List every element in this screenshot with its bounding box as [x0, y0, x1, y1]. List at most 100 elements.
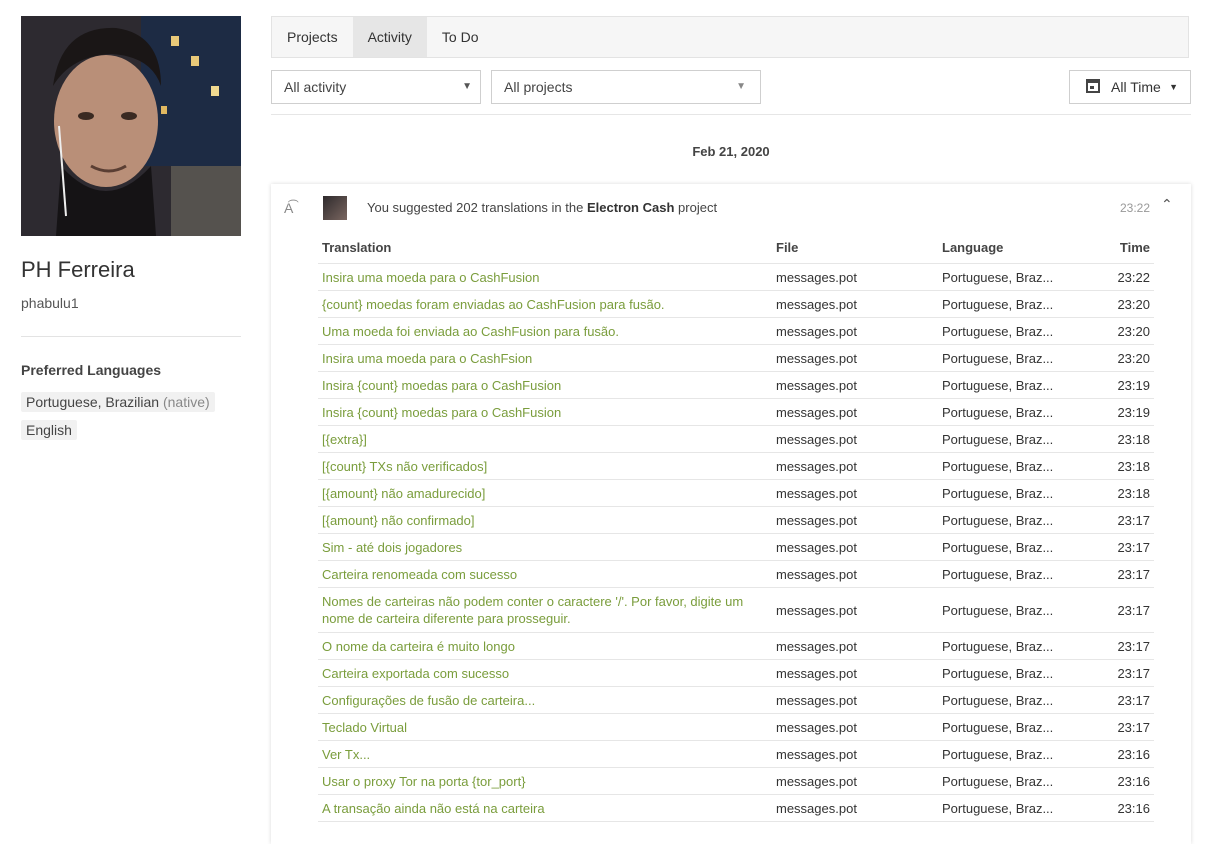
table-row: Ver Tx... messages.pot Portuguese, Braz...…	[318, 740, 1154, 768]
language-cell: Portuguese, Braz...	[938, 740, 1088, 768]
table-row: Insira {count} moedas para o CashFusion m…	[318, 371, 1154, 399]
table-row: [{amount} não amadurecido] messages.pot Po…	[318, 479, 1154, 507]
chevron-up-icon[interactable]: ⌃	[1161, 196, 1173, 213]
language-cell: Portuguese, Braz...	[938, 398, 1088, 426]
table-row: Nomes de carteiras não podem conter o ca…	[318, 587, 1154, 633]
profile-name: PH Ferreira	[21, 257, 135, 282]
caret-down-icon: ▼	[1169, 82, 1178, 92]
language-tag: English	[21, 420, 77, 440]
file-cell: messages.pot	[772, 686, 938, 714]
time-cell: 23:18	[1088, 452, 1154, 480]
translation-link[interactable]: [{amount} não amadurecido]	[318, 479, 772, 507]
translation-link[interactable]: Insira {count} moedas para o CashFusion	[318, 371, 772, 399]
translation-link[interactable]: Carteira exportada com sucesso	[318, 659, 772, 687]
translation-link[interactable]: Nomes de carteiras não podem conter o ca…	[318, 587, 772, 633]
translation-link[interactable]: Insira uma moeda para o CashFsion	[318, 344, 772, 372]
avatar	[323, 196, 347, 220]
file-cell: messages.pot	[772, 317, 938, 345]
column-header-translation: Translation	[318, 240, 772, 264]
table-row: Configurações de fusão de carteira... mes…	[318, 686, 1154, 714]
translation-link[interactable]: Insira {count} moedas para o CashFusion	[318, 398, 772, 426]
file-cell: messages.pot	[772, 740, 938, 768]
translation-link[interactable]: Uma moeda foi enviada ao CashFusion para…	[318, 317, 772, 345]
language-cell: Portuguese, Braz...	[938, 686, 1088, 714]
profile-divider	[21, 336, 241, 337]
table-row: Uma moeda foi enviada ao CashFusion para…	[318, 317, 1154, 345]
language-cell: Portuguese, Braz...	[938, 713, 1088, 741]
translation-link[interactable]: Carteira renomeada com sucesso	[318, 560, 772, 588]
translation-link[interactable]: [{extra}]	[318, 425, 772, 453]
time-cell: 23:20	[1088, 344, 1154, 372]
column-header-time: Time	[1088, 240, 1154, 264]
file-cell: messages.pot	[772, 425, 938, 453]
file-cell: messages.pot	[772, 398, 938, 426]
language-cell: Portuguese, Braz...	[938, 452, 1088, 480]
table-header-row: Translation File Language Time	[318, 240, 1154, 264]
calendar-icon	[1086, 79, 1100, 93]
table-row: Insira uma moeda para o CashFusion messag…	[318, 263, 1154, 291]
time-cell: 23:17	[1088, 632, 1154, 660]
time-cell: 23:17	[1088, 587, 1154, 633]
translation-link[interactable]: O nome da carteira é muito longo	[318, 632, 772, 660]
file-cell: messages.pot	[772, 290, 938, 318]
language-cell: Portuguese, Braz...	[938, 425, 1088, 453]
time-cell: 23:22	[1088, 263, 1154, 291]
language-name: English	[26, 422, 72, 438]
summary-prefix: You suggested 202 translations in the	[367, 200, 584, 215]
project-link[interactable]: Electron Cash	[587, 200, 674, 215]
table-row: [{count} TXs não verificados] messages.po…	[318, 452, 1154, 480]
profile-avatar	[21, 16, 241, 236]
file-cell: messages.pot	[772, 632, 938, 660]
tab-projects[interactable]: Projects	[272, 17, 353, 57]
translation-link[interactable]: Teclado Virtual	[318, 713, 772, 741]
table-row: A transação ainda não está na carteira me…	[318, 794, 1154, 822]
translations-table: Translation File Language Time Insira um…	[318, 240, 1154, 822]
file-cell: messages.pot	[772, 371, 938, 399]
file-cell: messages.pot	[772, 767, 938, 795]
translation-link[interactable]: Sim - até dois jogadores	[318, 533, 772, 561]
file-cell: messages.pot	[772, 452, 938, 480]
translation-link[interactable]: Insira uma moeda para o CashFusion	[318, 263, 772, 291]
date-heading: Feb 21, 2020	[692, 144, 770, 159]
activity-filter-value: All activity	[284, 79, 347, 95]
tab-todo[interactable]: To Do	[427, 17, 494, 57]
language-name: Portuguese, Brazilian	[26, 394, 160, 410]
language-cell: Portuguese, Braz...	[938, 290, 1088, 318]
file-cell: messages.pot	[772, 479, 938, 507]
file-cell: messages.pot	[772, 560, 938, 588]
table-row: Insira uma moeda para o CashFsion message…	[318, 344, 1154, 372]
activity-filter-select[interactable]: All activity ▼	[271, 70, 481, 104]
file-cell: messages.pot	[772, 794, 938, 822]
time-range-button[interactable]: All Time ▼	[1069, 70, 1191, 104]
caret-down-icon: ▼	[736, 81, 746, 92]
file-cell: messages.pot	[772, 263, 938, 291]
translation-link[interactable]: Ver Tx...	[318, 740, 772, 768]
language-cell: Portuguese, Braz...	[938, 659, 1088, 687]
preferred-languages-heading: Preferred Languages	[21, 362, 162, 378]
translation-link[interactable]: [{count} TXs não verificados]	[318, 452, 772, 480]
language-cell: Portuguese, Braz...	[938, 767, 1088, 795]
translation-link[interactable]: [{amount} não confirmado]	[318, 506, 772, 534]
translation-link[interactable]: A transação ainda não está na carteira	[318, 794, 772, 822]
project-filter-select[interactable]: All projects ▼	[491, 70, 761, 104]
translation-link[interactable]: Configurações de fusão de carteira...	[318, 686, 772, 714]
activity-summary: You suggested 202 translations in the El…	[367, 200, 717, 215]
time-cell: 23:20	[1088, 290, 1154, 318]
time-cell: 23:17	[1088, 686, 1154, 714]
translation-link[interactable]: {count} moedas foram enviadas ao CashFus…	[318, 290, 772, 318]
language-cell: Portuguese, Braz...	[938, 587, 1088, 633]
time-cell: 23:18	[1088, 479, 1154, 507]
time-cell: 23:19	[1088, 371, 1154, 399]
translation-link[interactable]: Usar o proxy Tor na porta {tor_port}	[318, 767, 772, 795]
time-cell: 23:17	[1088, 659, 1154, 687]
table-row: [{amount} não confirmado] messages.pot Por…	[318, 506, 1154, 534]
time-cell: 23:16	[1088, 794, 1154, 822]
table-row: Insira {count} moedas para o CashFusion m…	[318, 398, 1154, 426]
table-row: O nome da carteira é muito longo messages…	[318, 632, 1154, 660]
tab-activity[interactable]: Activity	[352, 17, 427, 57]
language-cell: Portuguese, Braz...	[938, 506, 1088, 534]
time-cell: 23:18	[1088, 425, 1154, 453]
language-cell: Portuguese, Braz...	[938, 479, 1088, 507]
table-row: Sim - até dois jogadores messages.pot Port…	[318, 533, 1154, 561]
time-cell: 23:19	[1088, 398, 1154, 426]
